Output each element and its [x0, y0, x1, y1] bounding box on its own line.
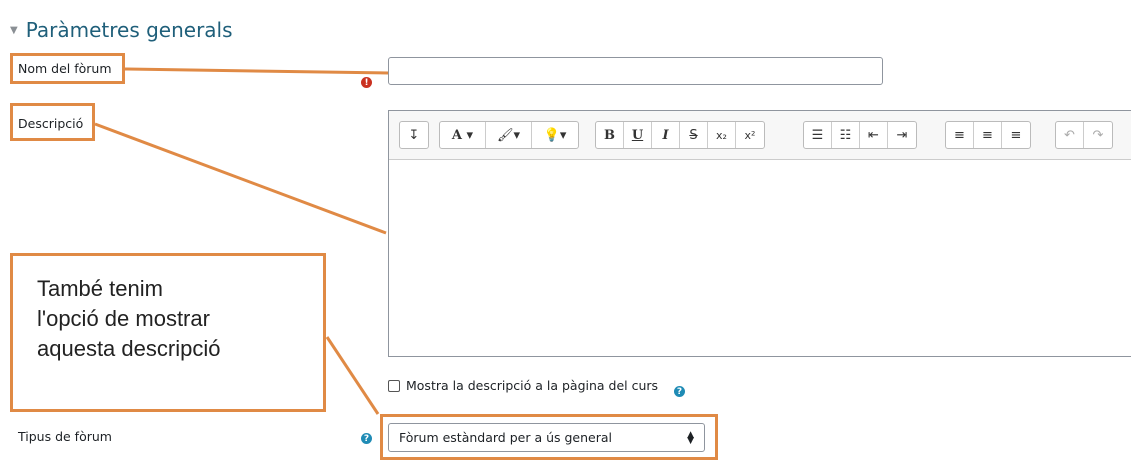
- align-right-icon[interactable]: ≡: [1002, 122, 1030, 148]
- subscript-icon[interactable]: x₂: [708, 122, 736, 148]
- align-center-icon[interactable]: ≡: [974, 122, 1002, 148]
- section-header[interactable]: ▼ Paràmetres generals: [10, 18, 233, 42]
- callout-line-2: l'opció de mostrar: [37, 306, 210, 331]
- toolbar-group-history: ↶ ↷: [1055, 121, 1113, 149]
- connector-callout: [325, 336, 380, 415]
- toolbar-group-collapse: ↧: [399, 121, 429, 149]
- description-editor[interactable]: ↧ A ▾ 🖌▾ 💡▾ B U I S x₂ x² ☰ ☷ ⇤ ⇥ ≡ ≡ ≡ …: [388, 110, 1131, 357]
- bold-icon[interactable]: B: [596, 122, 624, 148]
- toolbar-group-lists: ☰ ☷ ⇤ ⇥: [803, 121, 917, 149]
- toolbar-group-style: A ▾ 🖌▾ 💡▾: [439, 121, 579, 149]
- underline-icon[interactable]: U: [624, 122, 652, 148]
- callout-line-1: També tenim: [37, 276, 163, 301]
- required-icon: !: [361, 77, 372, 88]
- lightbulb-icon[interactable]: 💡▾: [532, 122, 578, 148]
- annotation-callout: També tenim l'opció de mostrar aquesta d…: [10, 253, 326, 412]
- indent-icon[interactable]: ⇥: [888, 122, 916, 148]
- description-label: Descripció: [18, 116, 84, 131]
- bullet-list-icon[interactable]: ☰: [804, 122, 832, 148]
- show-description-row[interactable]: Mostra la descripció a la pàgina del cur…: [388, 378, 658, 393]
- undo-icon[interactable]: ↶: [1056, 122, 1084, 148]
- italic-icon[interactable]: I: [652, 122, 680, 148]
- outdent-icon[interactable]: ⇤: [860, 122, 888, 148]
- forum-type-label: Tipus de fòrum: [18, 429, 112, 444]
- toolbar-group-align: ≡ ≡ ≡: [945, 121, 1031, 149]
- superscript-icon[interactable]: x²: [736, 122, 764, 148]
- select-arrows-icon: ▲ ▼: [687, 429, 694, 446]
- paragraph-style-icon[interactable]: A ▾: [440, 122, 486, 148]
- align-left-icon[interactable]: ≡: [946, 122, 974, 148]
- forum-type-select[interactable]: Fòrum estàndard per a ús general ▲ ▼: [388, 423, 705, 452]
- help-icon[interactable]: ?: [361, 433, 372, 444]
- help-icon[interactable]: ?: [674, 386, 685, 397]
- font-color-icon[interactable]: 🖌▾: [486, 122, 532, 148]
- editor-content-area[interactable]: [389, 159, 1131, 356]
- toolbar-group-format: B U I S x₂ x²: [595, 121, 765, 149]
- show-more-buttons-icon[interactable]: ↧: [400, 122, 428, 148]
- connector-description: [94, 122, 387, 235]
- connector-name: [124, 67, 389, 75]
- redo-icon[interactable]: ↷: [1084, 122, 1112, 148]
- numbered-list-icon[interactable]: ☷: [832, 122, 860, 148]
- forum-name-input[interactable]: [388, 57, 883, 85]
- callout-line-3: aquesta descripció: [37, 336, 221, 361]
- show-description-label: Mostra la descripció a la pàgina del cur…: [406, 378, 659, 393]
- strikethrough-icon[interactable]: S: [680, 122, 708, 148]
- show-description-checkbox[interactable]: [388, 379, 400, 392]
- forum-type-value: Fòrum estàndard per a ús general: [399, 430, 613, 445]
- section-title: Paràmetres generals: [25, 18, 233, 42]
- editor-toolbar: ↧ A ▾ 🖌▾ 💡▾ B U I S x₂ x² ☰ ☷ ⇤ ⇥ ≡ ≡ ≡ …: [389, 111, 1131, 160]
- collapse-triangle-icon[interactable]: ▼: [10, 25, 18, 36]
- forum-name-label: Nom del fòrum: [18, 61, 112, 76]
